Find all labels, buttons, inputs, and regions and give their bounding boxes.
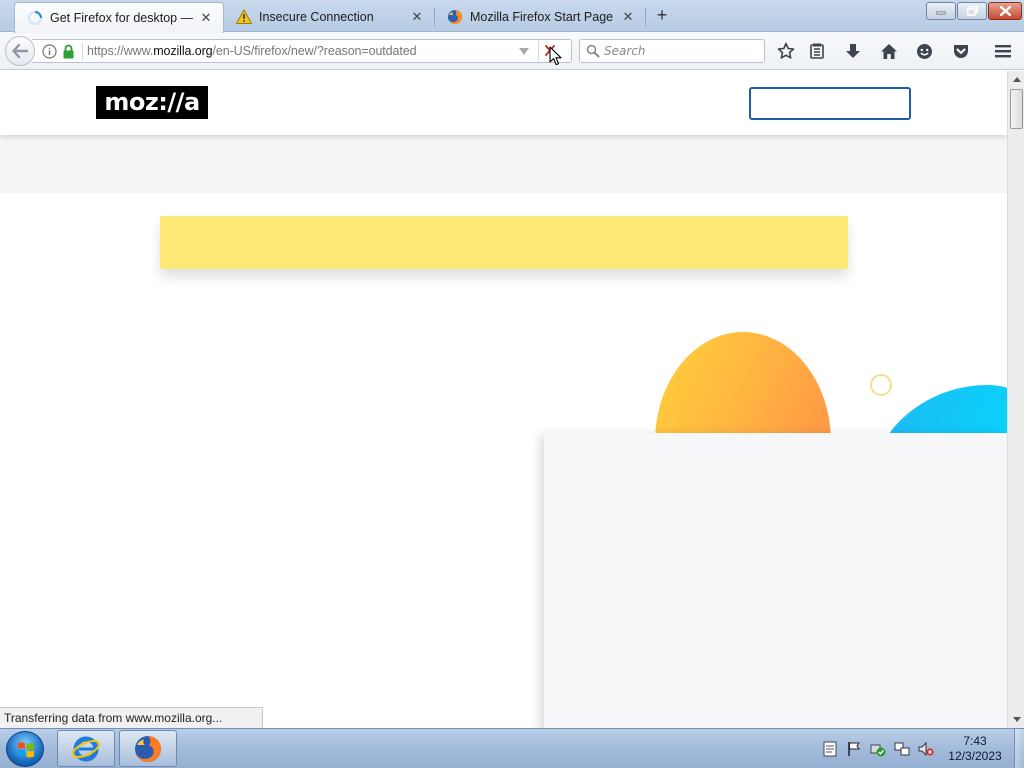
close-window-button[interactable] bbox=[988, 2, 1022, 20]
bookmark-star-button[interactable] bbox=[775, 41, 797, 61]
taskbar-clock[interactable]: 7:43 12/3/2023 bbox=[940, 734, 1010, 764]
url-prefix: https://www. bbox=[87, 44, 154, 58]
taskbar-internet-explorer[interactable] bbox=[57, 730, 115, 767]
home-button[interactable] bbox=[878, 41, 900, 61]
start-button[interactable] bbox=[6, 731, 44, 767]
scroll-thumb[interactable] bbox=[1010, 89, 1023, 129]
minimize-icon bbox=[936, 11, 946, 15]
mouse-cursor-icon bbox=[549, 46, 562, 66]
status-panel: Transferring data from www.mozilla.org..… bbox=[0, 707, 264, 728]
scroll-up-button[interactable] bbox=[1008, 71, 1024, 88]
mozilla-logo[interactable]: moz://a bbox=[96, 86, 208, 119]
stop-button[interactable] bbox=[538, 41, 562, 66]
show-desktop-button[interactable] bbox=[1014, 729, 1024, 768]
decorative-ring bbox=[870, 374, 892, 396]
navigation-toolbar: https://www.mozilla.org/en-US/firefox/ne… bbox=[0, 32, 1024, 70]
search-icon bbox=[586, 44, 600, 58]
hello-button[interactable] bbox=[913, 41, 935, 61]
warning-icon bbox=[236, 9, 252, 24]
tray-flag-icon[interactable] bbox=[846, 741, 862, 757]
tab-close-button[interactable]: ✕ bbox=[410, 10, 424, 24]
scroll-down-arrow-icon bbox=[1012, 717, 1021, 722]
tab-title: Get Firefox for desktop — ... bbox=[50, 11, 193, 25]
tray-volume-muted-icon[interactable] bbox=[918, 741, 934, 757]
open-menu-button[interactable] bbox=[992, 41, 1014, 61]
tab-strip: Get Firefox for desktop — ... ✕ Insecure… bbox=[0, 0, 1024, 33]
pocket-icon bbox=[954, 44, 968, 58]
outdated-notice-banner bbox=[160, 216, 848, 269]
restore-icon bbox=[966, 6, 978, 16]
star-icon bbox=[777, 42, 795, 59]
hello-smiley-icon bbox=[916, 43, 932, 59]
windows-logo-icon bbox=[18, 742, 34, 758]
tab-insecure-connection[interactable]: Insecure Connection ✕ bbox=[224, 2, 434, 32]
tab-get-firefox[interactable]: Get Firefox for desktop — ... ✕ bbox=[14, 2, 224, 33]
close-icon bbox=[999, 6, 1011, 16]
page-content: moz://a bbox=[0, 71, 1007, 728]
content-card bbox=[544, 433, 1007, 728]
tray-network-icon[interactable] bbox=[894, 741, 910, 757]
url-path: /en-US/firefox/new/?reason=outdated bbox=[212, 44, 417, 58]
tab-title: Insecure Connection bbox=[259, 10, 374, 24]
loading-spinner-icon bbox=[28, 11, 42, 25]
windows-taskbar: 7:43 12/3/2023 bbox=[0, 728, 1024, 768]
taskbar-firefox[interactable] bbox=[119, 730, 177, 767]
internet-explorer-icon bbox=[72, 736, 100, 761]
tab-close-button[interactable]: ✕ bbox=[199, 11, 213, 25]
download-arrow-icon bbox=[846, 43, 860, 58]
back-button[interactable] bbox=[5, 36, 35, 66]
bookmarks-list-icon bbox=[810, 43, 824, 59]
search-input[interactable] bbox=[604, 43, 754, 59]
home-icon bbox=[881, 43, 897, 59]
tray-action-center-icon[interactable] bbox=[822, 741, 838, 757]
scroll-up-arrow-icon bbox=[1012, 77, 1021, 82]
sub-navigation-band bbox=[0, 137, 1007, 193]
minimize-button[interactable] bbox=[926, 2, 956, 20]
clock-time: 7:43 bbox=[963, 734, 987, 748]
search-bar[interactable] bbox=[579, 39, 765, 63]
tab-firefox-start-page[interactable]: Mozilla Firefox Start Page ✕ bbox=[435, 2, 645, 32]
clock-date: 12/3/2023 bbox=[948, 749, 1002, 763]
lock-icon[interactable] bbox=[62, 44, 75, 59]
downloads-button[interactable] bbox=[842, 41, 864, 61]
back-arrow-icon bbox=[12, 44, 28, 58]
firefox-icon bbox=[448, 9, 463, 24]
site-header: moz://a bbox=[0, 71, 1007, 135]
tab-separator bbox=[645, 8, 646, 26]
tab-title: Mozilla Firefox Start Page bbox=[470, 10, 614, 24]
url-separator bbox=[82, 43, 83, 60]
info-icon[interactable] bbox=[42, 44, 57, 59]
bookmarks-menu-button[interactable] bbox=[806, 41, 828, 61]
url-domain: mozilla.org bbox=[153, 44, 213, 58]
scroll-down-button[interactable] bbox=[1008, 711, 1024, 728]
hamburger-menu-icon bbox=[995, 45, 1011, 58]
pocket-button[interactable] bbox=[950, 41, 972, 61]
url-bar[interactable]: https://www.mozilla.org/en-US/firefox/ne… bbox=[32, 39, 572, 66]
tab-close-button[interactable]: ✕ bbox=[621, 10, 635, 24]
url-history-dropdown-icon[interactable] bbox=[519, 48, 529, 55]
restore-button[interactable] bbox=[957, 2, 987, 20]
vertical-scrollbar[interactable] bbox=[1007, 71, 1024, 728]
firefox-icon bbox=[135, 735, 161, 762]
url-text[interactable]: https://www.mozilla.org/en-US/firefox/ne… bbox=[87, 44, 417, 58]
new-tab-button[interactable]: + bbox=[650, 4, 674, 28]
tray-security-check-icon[interactable] bbox=[870, 741, 886, 757]
header-action-button[interactable] bbox=[749, 87, 911, 120]
